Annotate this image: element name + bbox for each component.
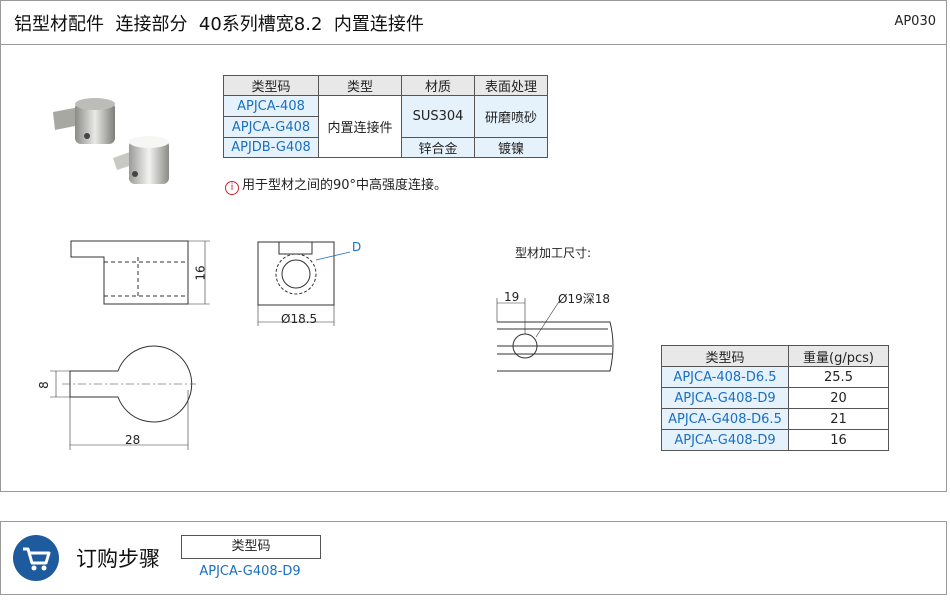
weight-code-cell[interactable]: APJCA-G408-D6.5 [661, 408, 789, 430]
weight-value-cell: 25.5 [788, 366, 889, 388]
dim-width-8: 8 [36, 381, 51, 389]
weight-code-cell[interactable]: APJCA-408-D6.5 [661, 366, 789, 388]
weight-header-weight: 重量(g/pcs) [788, 345, 889, 367]
cart-icon [13, 535, 59, 581]
weight-header-code: 类型码 [661, 345, 789, 367]
weight-code-cell[interactable]: APJCA-G408-D9 [661, 429, 789, 451]
order-title: 订购步骤 [76, 547, 160, 571]
order-code-example[interactable]: APJCA-G408-D9 [181, 564, 319, 579]
mounting-title: 型材加工尺寸: [515, 246, 592, 260]
dim-hole: Ø19深18 [558, 292, 610, 306]
dim-length-28: 28 [125, 433, 141, 447]
weight-value-cell: 20 [788, 387, 889, 409]
order-code-label: 类型码 [181, 535, 321, 559]
dim-offset-19: 19 [504, 290, 520, 304]
weight-table: 类型码 重量(g/pcs) APJCA-408-D6.5 25.5 APJCA-… [661, 345, 889, 451]
dim-d-callout: D [352, 240, 362, 254]
dim-height-16: 16 [193, 265, 208, 281]
weight-value-cell: 21 [788, 408, 889, 430]
weight-code-cell[interactable]: APJCA-G408-D9 [661, 387, 789, 409]
dim-diameter-18-5: Ø18.5 [281, 312, 318, 326]
weight-value-cell: 16 [788, 429, 889, 451]
